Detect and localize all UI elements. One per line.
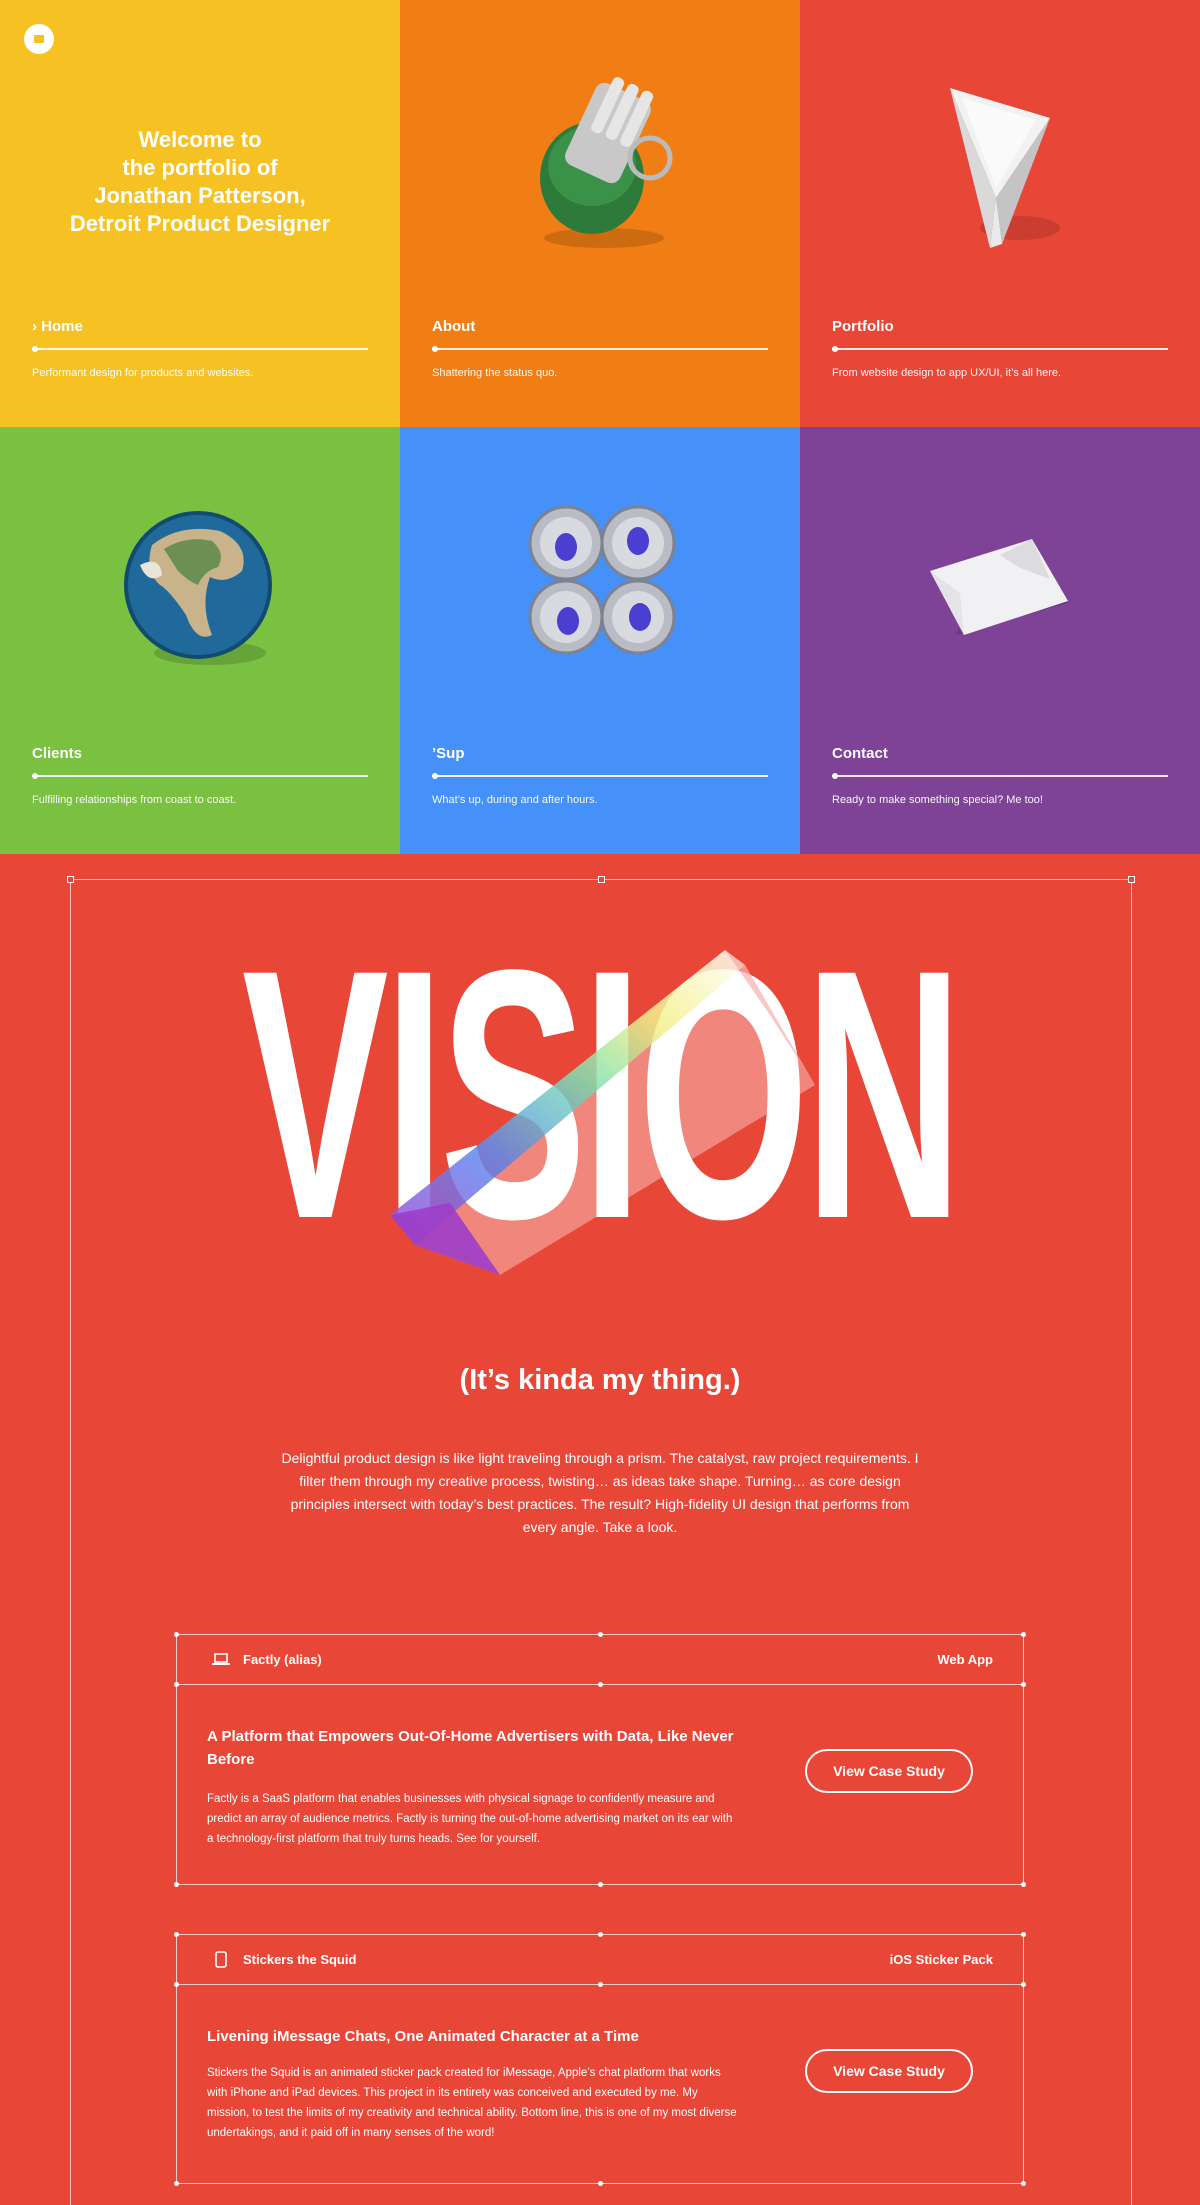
nav-desc: Ready to make something special? Me too!	[832, 794, 1043, 806]
project-title: Livening iMessage Chats, One Animated Ch…	[207, 2028, 639, 2045]
project-type: iOS Sticker Pack	[889, 1952, 993, 1967]
card-handle	[1021, 1882, 1026, 1887]
tile-about[interactable]: About Shattering the status quo.	[400, 0, 800, 427]
prism-illustration	[390, 950, 815, 1275]
nav-divider	[432, 346, 768, 352]
card-handle	[174, 1882, 179, 1887]
tile-clients[interactable]: Clients Fulfilling relationships from co…	[0, 427, 400, 854]
logo-icon[interactable]	[24, 24, 54, 54]
project-name: Stickers the Squid	[243, 1952, 357, 1967]
nav-divider	[32, 773, 368, 779]
project-name: Factly (alias)	[243, 1652, 322, 1667]
nav-divider	[32, 346, 368, 352]
tile-nav: Clients Fulfilling relationships from co…	[32, 745, 368, 806]
card-handle	[174, 2181, 179, 2186]
navigation-grid: Welcome to the portfolio of Jonathan Pat…	[0, 0, 1200, 855]
tile-nav: ’Sup What’s up, during and after hours.	[432, 745, 768, 806]
project-title: A Platform that Empowers Out-Of-Home Adv…	[207, 1728, 734, 1768]
tile-contact[interactable]: Contact Ready to make something special?…	[800, 427, 1200, 854]
project-header: Stickers the Squid iOS Sticker Pack	[174, 1935, 1026, 1987]
nav-label-home[interactable]: › Home	[32, 318, 368, 340]
phone-icon	[211, 1951, 231, 1968]
nav-divider	[832, 773, 1168, 779]
welcome-line: Detroit Product Designer	[69, 211, 331, 236]
vision-subhead: (It’s kinda my thing.)	[459, 1364, 741, 1396]
tile-nav: › Home Performant design for products an…	[32, 318, 368, 379]
globe-icon	[124, 511, 272, 665]
card-handle	[598, 1882, 603, 1887]
nav-desc: Shattering the status quo.	[432, 367, 558, 379]
frame-handle	[598, 876, 605, 883]
project-body: A Platform that Empowers Out-Of-Home Adv…	[177, 1685, 1023, 1884]
welcome-line: Jonathan Patterson,	[94, 183, 306, 208]
vision-intro: Delightful product design is like light …	[281, 1450, 919, 1535]
nav-desc: Fulfilling relationships from coast to c…	[32, 794, 237, 806]
project-card: Factly (alias) Web App A Platform that E…	[174, 1632, 1026, 1887]
nav-divider	[432, 773, 768, 779]
tile-nav: Contact Ready to make something special?…	[832, 745, 1168, 806]
frame-handle	[67, 876, 74, 883]
nav-label-portfolio[interactable]: Portfolio	[832, 318, 1168, 340]
tile-nav: About Shattering the status quo.	[432, 318, 768, 379]
welcome-line: the portfolio of	[122, 155, 278, 180]
laptop-icon	[211, 1652, 231, 1668]
nav-desc: Performant design for products and websi…	[32, 367, 254, 379]
nav-label-about[interactable]: About	[432, 318, 768, 340]
cans-icon	[528, 505, 676, 655]
tile-nav: Portfolio From website design to app UX/…	[832, 318, 1168, 379]
card-handle	[1021, 2181, 1026, 2186]
card-handle	[598, 2181, 603, 2186]
nav-label-sup[interactable]: ’Sup	[432, 745, 768, 767]
vision-hero: VISION	[210, 918, 990, 1285]
project-header: Factly (alias) Web App	[174, 1635, 1026, 1687]
prism-icon	[950, 88, 1060, 248]
grenade-icon	[540, 77, 673, 248]
view-case-study-button[interactable]: View Case Study	[805, 1749, 973, 1793]
welcome-line: Welcome to	[138, 127, 262, 152]
frame-handle	[1128, 876, 1135, 883]
nav-label-contact[interactable]: Contact	[832, 745, 1168, 767]
nav-desc: What’s up, during and after hours.	[432, 794, 598, 806]
nav-label-clients[interactable]: Clients	[32, 745, 368, 767]
tile-home[interactable]: Welcome to the portfolio of Jonathan Pat…	[0, 0, 400, 427]
tile-sup[interactable]: ’Sup What’s up, during and after hours.	[400, 427, 800, 854]
nav-desc: From website design to app UX/UI, it’s a…	[832, 367, 1062, 379]
project-body: Livening iMessage Chats, One Animated Ch…	[177, 1985, 1023, 2183]
project-card: Stickers the Squid iOS Sticker Pack Live…	[174, 1932, 1026, 2186]
project-description: Stickers the Squid is an animated sticke…	[207, 2067, 737, 2139]
tile-portfolio[interactable]: Portfolio From website design to app UX/…	[800, 0, 1200, 427]
view-case-study-button[interactable]: View Case Study	[805, 2049, 973, 2093]
nav-divider	[832, 346, 1168, 352]
project-description: Factly is a SaaS platform that enables b…	[207, 1793, 733, 1845]
project-type: Web App	[937, 1652, 993, 1667]
paper-icon	[930, 539, 1068, 635]
welcome-heading: Welcome to the portfolio of Jonathan Pat…	[0, 126, 400, 238]
